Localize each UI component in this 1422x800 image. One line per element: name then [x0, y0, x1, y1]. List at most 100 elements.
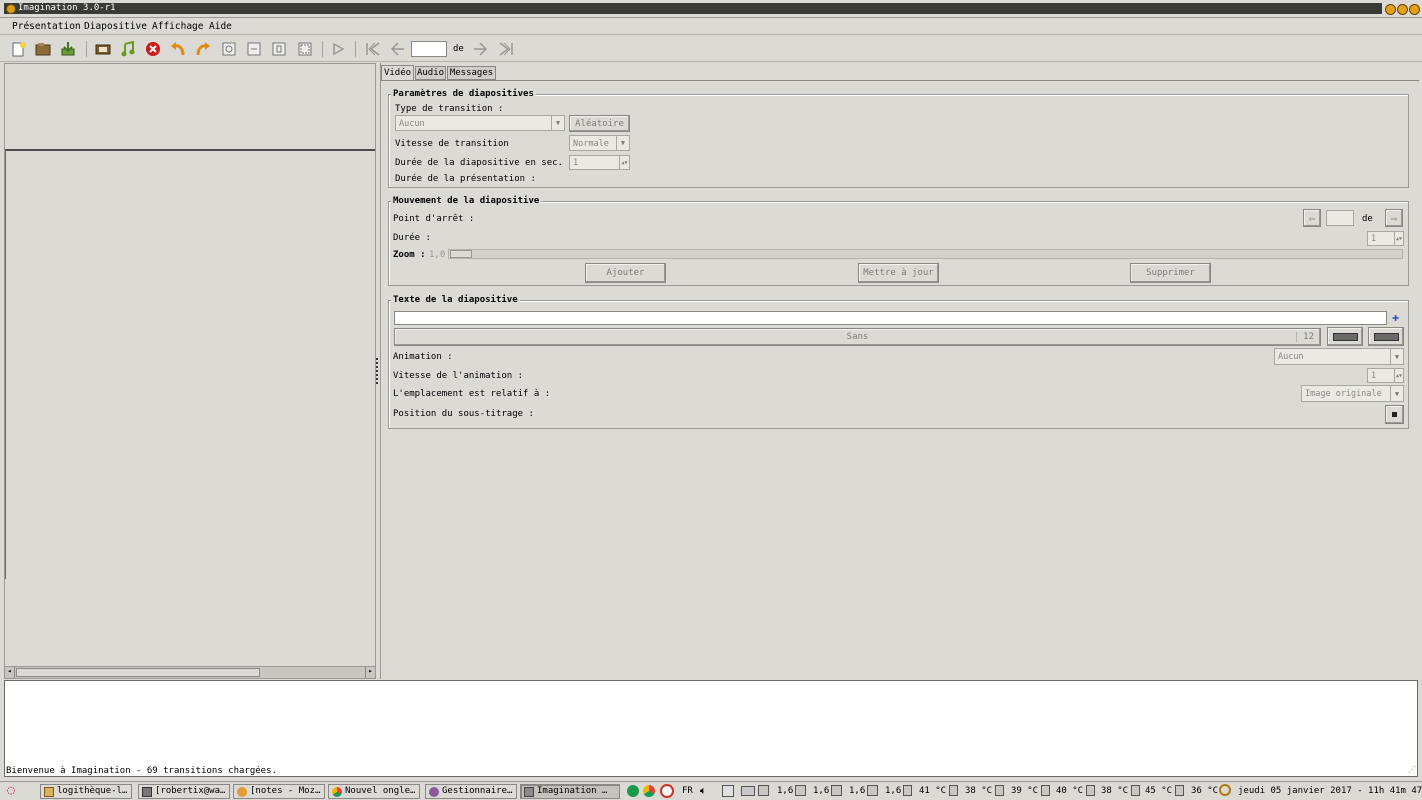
search-tray-icon[interactable]: [722, 785, 734, 797]
random-button[interactable]: Aléatoire: [569, 115, 630, 132]
preview-icon[interactable]: [329, 40, 347, 58]
cpu-monitor-icon: [831, 785, 842, 796]
task-notes-mozilla[interactable]: [notes - Moz…: [233, 784, 325, 799]
task-terminal[interactable]: [robertix@wa…: [138, 784, 230, 799]
add-stop-point-button[interactable]: Ajouter: [585, 263, 666, 283]
chrome-tray-icon[interactable]: [643, 785, 655, 797]
zoom-slider-thumb[interactable]: [450, 250, 472, 258]
spin-arrows-icon[interactable]: ▲▼: [619, 156, 629, 169]
task-imagination[interactable]: Imagination …: [520, 784, 620, 799]
subtitle-position-button[interactable]: [1385, 405, 1404, 424]
tab-video[interactable]: Vidéo: [381, 65, 414, 80]
slide-text-input[interactable]: [394, 311, 1387, 325]
cpu-monitor-icon: [795, 785, 806, 796]
spin-arrows-icon[interactable]: ▲▼: [1394, 232, 1403, 245]
animation-combo[interactable]: Aucun ▼: [1274, 348, 1404, 365]
firefox-icon: [237, 787, 247, 797]
position-center-icon: [1392, 412, 1397, 417]
pane-resize-handle[interactable]: [376, 358, 379, 384]
menu-aide[interactable]: Aide: [209, 21, 232, 32]
zoom-slider[interactable]: [448, 249, 1403, 259]
background-color-swatch: [1373, 332, 1399, 341]
title-bar-strip[interactable]: [4, 3, 1382, 14]
tab-audio[interactable]: Audio: [415, 66, 446, 80]
previous-slide-icon[interactable]: [388, 40, 406, 58]
folder-icon: [44, 787, 54, 797]
temp-4: 40 °C: [1056, 786, 1084, 796]
delete-icon[interactable]: [144, 40, 162, 58]
open-icon[interactable]: [34, 40, 52, 58]
zoom-fit-icon[interactable]: [296, 40, 314, 58]
zoom-normal-icon[interactable]: [245, 40, 263, 58]
chevron-down-icon: ▼: [551, 116, 564, 130]
transition-type-value: Aucun: [399, 119, 425, 129]
expand-text-icon[interactable]: ✚: [1392, 310, 1404, 324]
slide-duration-spin[interactable]: 1 ▲▼: [569, 155, 630, 170]
spin-arrows-icon[interactable]: ▲▼: [1394, 369, 1403, 382]
horizontal-scrollbar[interactable]: ◂ ▸: [5, 666, 375, 678]
save-icon[interactable]: [59, 40, 77, 58]
menu-presentation[interactable]: Présentation: [12, 21, 81, 32]
network-status-icon[interactable]: [627, 785, 639, 797]
menu-bar: Présentation Diapositive Affichage Aide: [0, 18, 1422, 35]
keyboard-layout[interactable]: FR: [682, 785, 693, 797]
rotate-right-icon[interactable]: [194, 40, 212, 58]
cpu-monitor-icon: [758, 785, 769, 796]
task-logitheque[interactable]: logithèque-l…: [40, 784, 132, 799]
font-button[interactable]: Sans 12: [394, 328, 1321, 346]
task-manager[interactable]: Gestionnaire…: [425, 784, 517, 799]
magnifier-icon[interactable]: [1219, 784, 1231, 796]
scroll-left-icon[interactable]: ◂: [5, 667, 15, 678]
zoom-out-icon[interactable]: [270, 40, 288, 58]
clock[interactable]: jeudi 05 janvier 2017 - 11h 41m 47s: [1238, 785, 1422, 797]
new-icon[interactable]: [10, 40, 28, 58]
placement-combo[interactable]: Image originale ▼: [1301, 385, 1404, 402]
transition-type-combo[interactable]: Aucun ▼: [395, 115, 565, 131]
stop-point-input[interactable]: [1326, 210, 1354, 226]
volume-icon[interactable]: 🔈︎: [700, 785, 707, 797]
zoom-in-icon[interactable]: [220, 40, 238, 58]
settings-pane: Vidéo Audio Messages Paramètres de diapo…: [380, 63, 1419, 679]
import-music-icon[interactable]: [119, 40, 137, 58]
maximize-icon[interactable]: [1397, 4, 1408, 15]
cpu-freq-3: 1,6: [849, 786, 866, 796]
presentation-duration-label: Durée de la présentation :: [395, 174, 536, 184]
toolbar: de: [0, 36, 1422, 62]
remove-stop-point-button[interactable]: Supprimer: [1130, 263, 1211, 283]
debian-menu-icon[interactable]: ◌: [3, 784, 19, 799]
animation-speed-spin[interactable]: 1 ▲▼: [1367, 368, 1404, 383]
slide-number-input[interactable]: [411, 41, 447, 57]
scroll-right-icon[interactable]: ▸: [365, 667, 375, 678]
motion-duration-spin[interactable]: 1 ▲▼: [1367, 231, 1404, 246]
window-app-icon[interactable]: [6, 4, 16, 14]
tab-messages[interactable]: Messages: [447, 66, 496, 80]
scrollbar-thumb[interactable]: [16, 668, 260, 677]
printer-icon[interactable]: [741, 786, 755, 796]
minimize-icon[interactable]: [1385, 4, 1396, 15]
chevron-down-icon: ▼: [616, 136, 629, 150]
task-new-tab[interactable]: Nouvel ongle…: [328, 784, 420, 799]
first-slide-icon[interactable]: [364, 40, 382, 58]
menu-affichage[interactable]: Affichage: [152, 21, 203, 32]
slide-of-label: de: [453, 44, 464, 54]
menu-diapositive[interactable]: Diapositive: [84, 21, 147, 32]
next-stop-point-icon[interactable]: ⇨: [1385, 209, 1403, 227]
import-pictures-icon[interactable]: [94, 40, 112, 58]
resize-grip-icon[interactable]: ⋰: [1408, 765, 1417, 776]
rotate-left-icon[interactable]: [169, 40, 187, 58]
terminal-icon: [142, 787, 152, 797]
next-slide-icon[interactable]: [472, 40, 490, 58]
transition-speed-combo[interactable]: Normale ▼: [569, 135, 630, 151]
temp-3: 39 °C: [1011, 786, 1039, 796]
background-color-button[interactable]: [1368, 327, 1404, 346]
temperature-sensor-icon: [1131, 785, 1140, 796]
stop-point-label: Point d'arrêt :: [393, 214, 475, 224]
close-window-icon[interactable]: [1409, 4, 1420, 15]
placement-label: L'emplacement est relatif à :: [393, 389, 551, 399]
previous-stop-point-icon[interactable]: ⇦: [1303, 209, 1321, 227]
text-color-button[interactable]: [1327, 327, 1363, 346]
imagination-icon: [524, 787, 534, 797]
last-slide-icon[interactable]: [497, 40, 515, 58]
alarm-clock-icon[interactable]: [660, 784, 674, 798]
update-stop-point-button[interactable]: Mettre à jour: [858, 263, 939, 283]
